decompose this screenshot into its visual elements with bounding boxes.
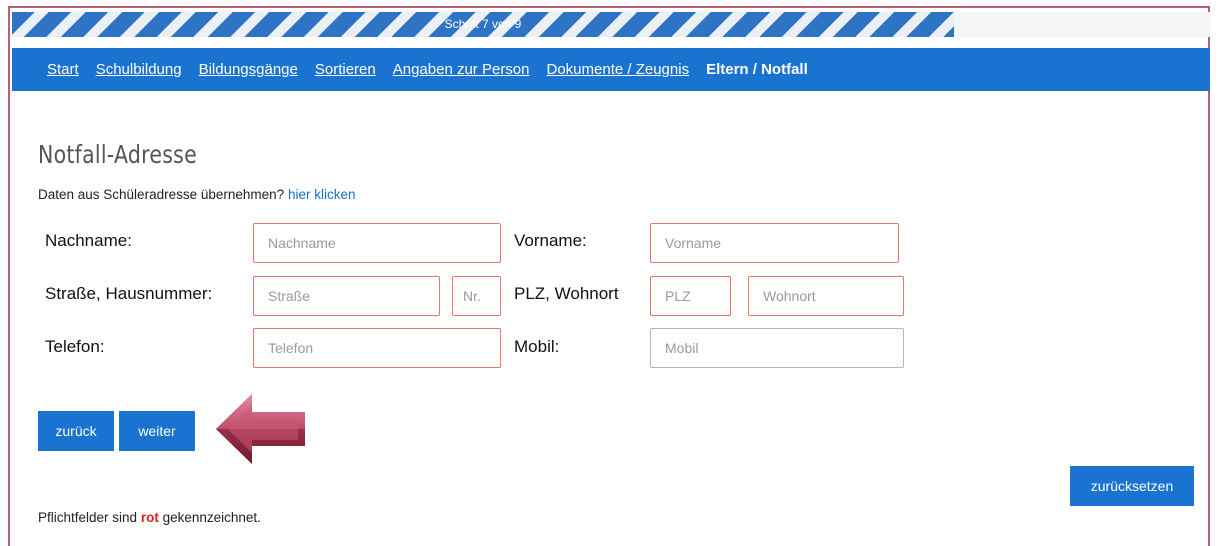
street-label: Straße, Hausnummer:	[45, 284, 213, 303]
nav-item-bildungsgaenge[interactable]: Bildungsgänge	[199, 61, 298, 78]
copy-address-prompt: Daten aus Schüleradresse übernehmen?	[38, 187, 285, 202]
page-title: Notfall-Adresse	[38, 140, 197, 169]
phone-label: Telefon:	[45, 337, 105, 356]
lastname-label: Nachname:	[45, 231, 132, 250]
nav-item-eltern-notfall: Eltern / Notfall	[706, 61, 808, 78]
wizard-navbar: Start Schulbildung Bildungsgänge Sortier…	[12, 48, 1210, 91]
reset-button[interactable]: zurücksetzen	[1070, 466, 1194, 506]
housenumber-field[interactable]	[452, 276, 501, 316]
street-field[interactable]	[253, 276, 440, 316]
firstname-label: Vorname:	[514, 231, 587, 250]
nav-item-angaben-zur-person[interactable]: Angaben zur Person	[393, 61, 530, 78]
next-button[interactable]: weiter	[119, 411, 195, 451]
zip-city-label: PLZ, Wohnort	[514, 284, 619, 303]
progress-label: Schritt 7 von 9	[444, 17, 522, 31]
phone-field[interactable]	[253, 328, 501, 368]
back-button[interactable]: zurück	[38, 411, 114, 451]
progress-bar: Schritt 7 von 9	[12, 12, 1210, 37]
nav-item-dokumente-zeugnis[interactable]: Dokumente / Zeugnis	[547, 61, 690, 78]
lastname-field[interactable]	[253, 223, 501, 263]
firstname-field[interactable]	[650, 223, 899, 263]
mobile-field[interactable]	[650, 328, 904, 368]
note-prefix: Pflichtfelder sind	[38, 510, 138, 525]
arrow-left-icon	[216, 394, 305, 464]
copy-address-link[interactable]: hier klicken	[288, 187, 356, 202]
nav-item-schulbildung[interactable]: Schulbildung	[96, 61, 182, 78]
city-field[interactable]	[748, 276, 904, 316]
nav-item-sortieren[interactable]: Sortieren	[315, 61, 376, 78]
required-fields-note: Pflichtfelder sind rot gekennzeichnet.	[38, 510, 261, 525]
note-highlight: rot	[140, 510, 159, 525]
copy-address-line: Daten aus Schüleradresse übernehmen? hie…	[38, 187, 355, 202]
note-suffix: gekennzeichnet.	[162, 510, 261, 525]
nav-item-start[interactable]: Start	[47, 61, 79, 78]
mobile-label: Mobil:	[514, 337, 560, 356]
zip-field[interactable]	[650, 276, 731, 316]
